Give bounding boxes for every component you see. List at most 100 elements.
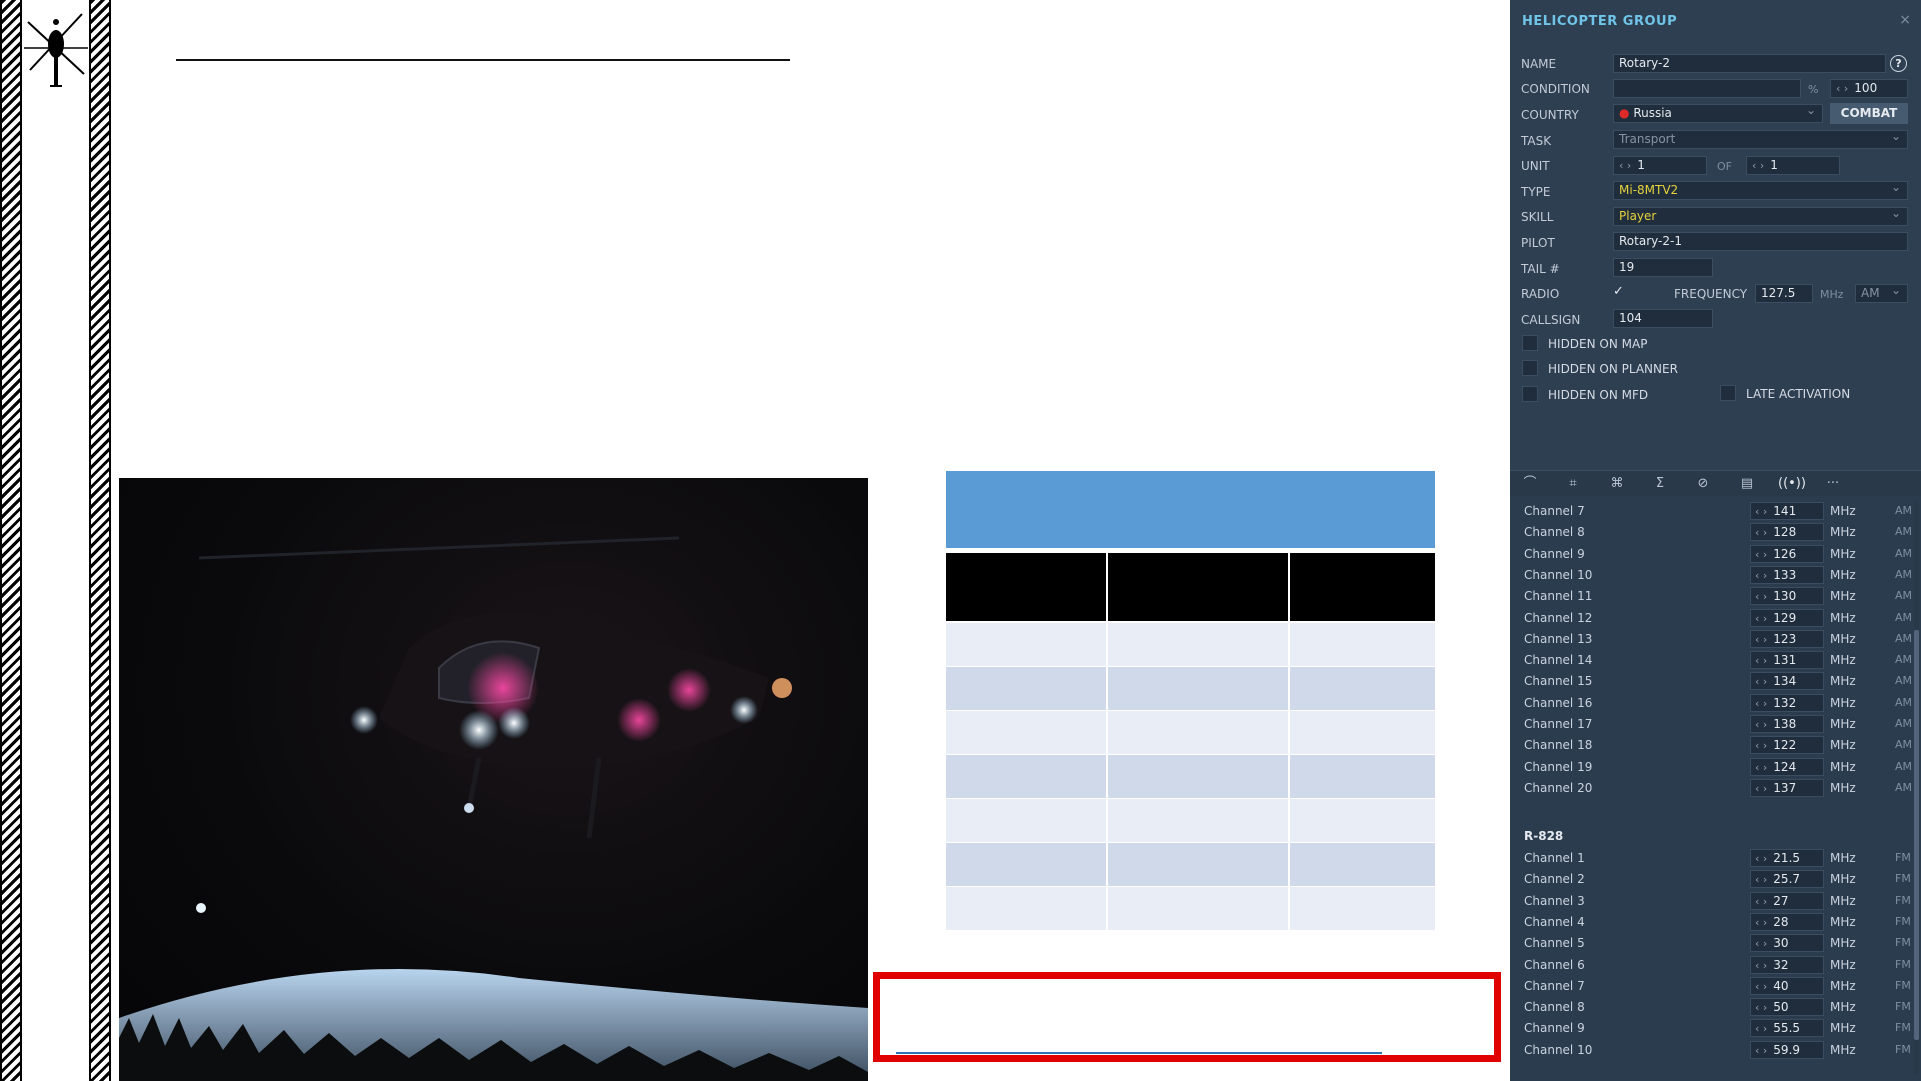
- channel-modulation: FM: [1895, 1042, 1911, 1056]
- channel-unit: MHz: [1830, 936, 1856, 951]
- unit-stepper[interactable]: ‹ › 1: [1613, 156, 1707, 175]
- channel-frequency-stepper[interactable]: ‹ › 131: [1750, 651, 1824, 670]
- channel-frequency-stepper[interactable]: ‹ › 27: [1750, 891, 1824, 910]
- channel-name: Channel 11: [1524, 589, 1593, 604]
- modulation-dropdown[interactable]: AM: [1855, 284, 1908, 303]
- condition-field[interactable]: [1613, 79, 1801, 98]
- hidden-on-planner-checkbox[interactable]: [1522, 360, 1538, 376]
- radio-icon[interactable]: ((•)): [1778, 475, 1806, 493]
- name-label: NAME: [1521, 57, 1557, 71]
- table-row: [946, 667, 1435, 710]
- panel-title: HELICOPTER GROUP: [1522, 14, 1678, 29]
- channel-unit: MHz: [1830, 546, 1856, 561]
- help-button[interactable]: ?: [1890, 55, 1907, 72]
- channel-name: Channel 7: [1524, 504, 1585, 518]
- channel-row: Channel 18 ‹ › 122 MHz AM: [1510, 735, 1915, 756]
- route-icon[interactable]: ⌒: [1518, 475, 1542, 493]
- channel-modulation: AM: [1895, 738, 1913, 752]
- combat-button[interactable]: COMBAT: [1830, 103, 1908, 124]
- channel-frequency-stepper[interactable]: ‹ › 59.9: [1750, 1040, 1824, 1059]
- condition-stepper[interactable]: ‹ › 100: [1830, 79, 1908, 98]
- radio-label: RADIO: [1521, 287, 1560, 301]
- table-title-banner: [946, 471, 1435, 548]
- channel-frequency-stepper[interactable]: ‹ › 32: [1750, 955, 1824, 974]
- more-icon[interactable]: ···: [1821, 475, 1845, 493]
- channel-unit: MHz: [1830, 589, 1856, 604]
- channel-unit: MHz: [1830, 631, 1856, 646]
- channel-frequency-stepper[interactable]: ‹ › 123: [1750, 629, 1824, 648]
- late-activation-label: LATE ACTIVATION: [1746, 387, 1851, 401]
- late-activation-checkbox[interactable]: [1720, 385, 1736, 401]
- channel-frequency-stepper[interactable]: ‹ › 137: [1750, 778, 1824, 797]
- radio-checkbox[interactable]: ✓: [1613, 284, 1629, 300]
- channel-frequency-stepper[interactable]: ‹ › 128: [1750, 523, 1824, 542]
- hidden-on-mfd-checkbox[interactable]: [1522, 386, 1538, 402]
- channel-modulation: FM: [1895, 1021, 1911, 1035]
- channel-frequency-stepper[interactable]: ‹ › 30: [1750, 934, 1824, 953]
- channel-name: Channel 15: [1524, 674, 1593, 689]
- close-icon[interactable]: ×: [1899, 12, 1911, 28]
- task-dropdown[interactable]: Transport: [1613, 130, 1908, 149]
- channel-row: Channel 1 ‹ › 21.5 MHz FM: [1510, 848, 1915, 869]
- frequency-field[interactable]: 127.5: [1755, 284, 1813, 303]
- channel-row: Channel 7 ‹ › 40 MHz FM: [1510, 976, 1915, 997]
- channel-name: Channel 4: [1524, 914, 1585, 929]
- unit-total-stepper[interactable]: ‹ › 1: [1746, 156, 1840, 175]
- tail-number-field[interactable]: 19: [1613, 258, 1713, 277]
- frequency-unit: MHz: [1820, 288, 1844, 301]
- channel-unit: MHz: [1830, 653, 1856, 668]
- channel-frequency-stepper[interactable]: ‹ › 25.7: [1750, 870, 1824, 889]
- channel-row: Channel 13 ‹ › 123 MHz AM: [1510, 629, 1915, 650]
- channel-modulation: AM: [1895, 546, 1913, 560]
- channel-frequency-stepper[interactable]: ‹ › 130: [1750, 587, 1824, 606]
- hidden-on-map-checkbox[interactable]: [1522, 335, 1538, 351]
- table-header-cell: [1108, 553, 1288, 621]
- skill-dropdown[interactable]: Player: [1613, 207, 1908, 226]
- channel-frequency-stepper[interactable]: ‹ › 50: [1750, 998, 1824, 1017]
- channel-unit: MHz: [1830, 610, 1856, 625]
- channel-frequency-stepper[interactable]: ‹ › 28: [1750, 912, 1824, 931]
- type-dropdown[interactable]: Mi-8MTV2: [1613, 181, 1908, 200]
- loadout-icon[interactable]: ▤: [1735, 475, 1759, 493]
- channel-frequency-stepper[interactable]: ‹ › 40: [1750, 976, 1824, 995]
- channel-frequency-stepper[interactable]: ‹ › 21.5: [1750, 849, 1824, 867]
- channel-frequency-stepper[interactable]: ‹ › 134: [1750, 672, 1824, 691]
- channel-frequency-stepper[interactable]: ‹ › 141: [1750, 502, 1824, 520]
- channel-modulation: AM: [1895, 653, 1913, 667]
- channel-row: Channel 20 ‹ › 137 MHz AM: [1510, 778, 1915, 799]
- channel-unit: MHz: [1830, 780, 1856, 795]
- helicopter-logo-icon: [24, 13, 88, 87]
- hidden-on-mfd-label: HIDDEN ON MFD: [1548, 388, 1649, 402]
- highlight-box: [873, 972, 1501, 1062]
- failures-icon[interactable]: ⊘: [1691, 475, 1715, 493]
- channel-unit: MHz: [1830, 1000, 1856, 1015]
- summary-icon[interactable]: Σ: [1648, 475, 1672, 493]
- channel-row: Channel 9 ‹ › 55.5 MHz FM: [1510, 1018, 1915, 1039]
- channel-row: Channel 7 ‹ › 141 MHz AM: [1510, 501, 1915, 522]
- channel-modulation: AM: [1895, 525, 1913, 539]
- channel-unit: MHz: [1830, 738, 1856, 753]
- channel-unit: MHz: [1830, 567, 1856, 582]
- channel-frequency-stepper[interactable]: ‹ › 133: [1750, 565, 1824, 584]
- channel-modulation: AM: [1895, 717, 1913, 730]
- payload-icon[interactable]: ⌘: [1605, 475, 1629, 493]
- scrollbar-thumb[interactable]: [1914, 630, 1919, 1040]
- callsign-field[interactable]: 104: [1613, 309, 1713, 328]
- channel-frequency-stepper[interactable]: ‹ › 138: [1750, 715, 1824, 733]
- pilot-field[interactable]: Rotary-2-1: [1613, 232, 1908, 251]
- channel-frequency-stepper[interactable]: ‹ › 129: [1750, 608, 1824, 627]
- channel-frequency-stepper[interactable]: ‹ › 132: [1750, 693, 1824, 712]
- channel-modulation: FM: [1895, 872, 1911, 886]
- channel-modulation: AM: [1895, 631, 1913, 645]
- channel-frequency-stepper[interactable]: ‹ › 122: [1750, 736, 1824, 755]
- channel-frequency-stepper[interactable]: ‹ › 126: [1750, 544, 1824, 563]
- country-dropdown[interactable]: ● Russia: [1613, 104, 1823, 123]
- channel-frequency-stepper[interactable]: ‹ › 55.5: [1750, 1019, 1824, 1038]
- channel-frequency-stepper[interactable]: ‹ › 124: [1750, 757, 1824, 776]
- channel-unit: MHz: [1830, 695, 1856, 710]
- channel-name: Channel 3: [1524, 893, 1585, 908]
- triggers-icon[interactable]: ⌗: [1561, 475, 1585, 493]
- channel-name: Channel 7: [1524, 978, 1585, 993]
- name-field[interactable]: Rotary-2: [1613, 54, 1886, 73]
- channel-name: Channel 10: [1524, 1042, 1593, 1057]
